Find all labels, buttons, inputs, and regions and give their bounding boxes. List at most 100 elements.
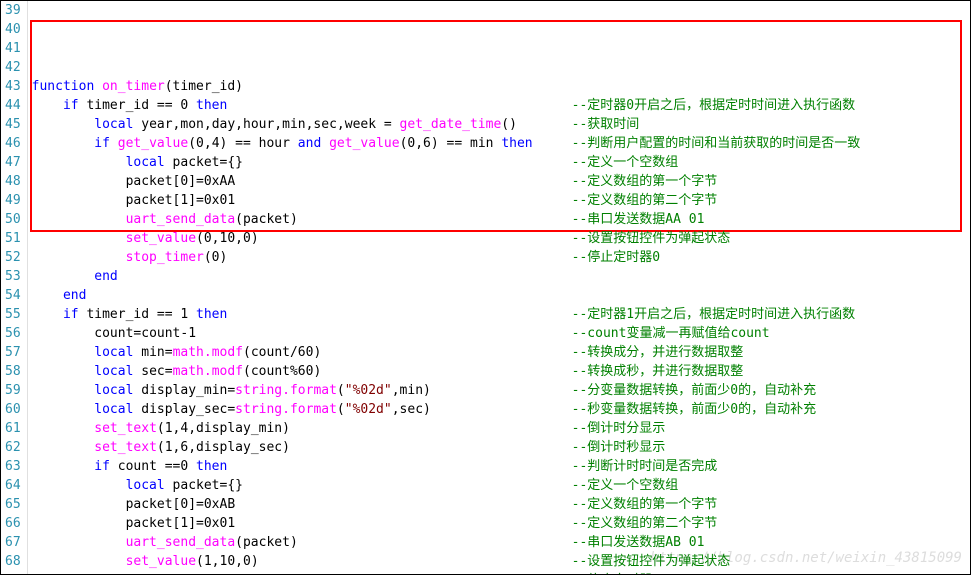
code-tokens: local sec=math.modf(count%60) [32, 364, 322, 379]
code-line[interactable]: local display_sec=string.format("%02d",s… [32, 400, 966, 419]
code-line[interactable]: stop_timer(0) --停止定时器0 [32, 248, 966, 267]
comment: --定义一个空数组 [572, 153, 679, 172]
comment: --倒计时分显示 [572, 419, 666, 438]
comment: --转换成分，并进行数据取整 [572, 343, 744, 362]
comment: --设置按钮控件为弹起状态 [572, 552, 731, 571]
code-tokens: if count ==0 then [32, 459, 228, 474]
code-tokens: end [32, 269, 118, 284]
code-line[interactable]: if timer_id == 0 then --定时器0开启之后，根据定时时间进入… [32, 96, 966, 115]
line-number: 42 [5, 58, 21, 77]
line-number: 54 [5, 286, 21, 305]
code-line[interactable]: local sec=math.modf(count%60) --转换成秒，并进行数… [32, 362, 966, 381]
code-tokens: local display_sec=string.format("%02d",s… [32, 402, 431, 417]
comment: --停止定时器0 [572, 248, 660, 267]
line-number: 49 [5, 191, 21, 210]
code-line[interactable]: stop_timer(1) --停止定时器1 [32, 571, 966, 574]
line-number: 39 [5, 1, 21, 20]
comment: --倒计时秒显示 [572, 438, 666, 457]
code-line[interactable]: packet[1]=0x01--定义数组的第二个字节 [32, 191, 966, 210]
comment: --秒变量数据转换，前面少0的，自动补充 [572, 400, 816, 419]
code-tokens: uart_send_data(packet) [32, 212, 298, 227]
line-number: 62 [5, 438, 21, 457]
comment: --定义一个空数组 [572, 476, 679, 495]
line-number: 64 [5, 476, 21, 495]
code-line[interactable]: packet[0]=0xAB--定义数组的第一个字节 [32, 495, 966, 514]
line-number: 56 [5, 324, 21, 343]
code-tokens: set_text(1,6,display_sec) [32, 440, 290, 455]
code-tokens: set_value(0,10,0) [32, 231, 259, 246]
code-line[interactable]: if count ==0 then --判断计时时间是否完成 [32, 457, 966, 476]
comment: --串口发送数据AB 01 [572, 533, 705, 552]
code-tokens: packet[1]=0x01 [32, 516, 236, 531]
code-tokens: local year,mon,day,hour,min,sec,week = g… [32, 117, 517, 132]
comment: --停止定时器1 [572, 571, 660, 574]
code-line[interactable]: count=count-1 --count变量减一再赋值给count [32, 324, 966, 343]
code-tokens: packet[1]=0x01 [32, 193, 236, 208]
code-line[interactable]: uart_send_data(packet) --串口发送数据AA 01 [32, 210, 966, 229]
line-number: 57 [5, 343, 21, 362]
line-number: 40 [5, 20, 21, 39]
comment: --设置按钮控件为弹起状态 [572, 229, 731, 248]
code-tokens: if timer_id == 0 then [32, 98, 228, 113]
code-line[interactable]: end [32, 286, 966, 305]
code-line[interactable]: local packet={}--定义一个空数组 [32, 153, 966, 172]
code-tokens: count=count-1 [32, 326, 196, 341]
code-editor[interactable]: 3940414243444546474849505152535455565758… [0, 0, 971, 575]
line-number: 51 [5, 229, 21, 248]
line-number: 66 [5, 514, 21, 533]
code-tokens: if timer_id == 1 then [32, 307, 228, 322]
line-number: 48 [5, 172, 21, 191]
code-line[interactable]: packet[0]=0xAA --定义数组的第一个字节 [32, 172, 966, 191]
code-tokens: function on_timer(timer_id) [32, 79, 243, 94]
line-number: 53 [5, 267, 21, 286]
line-number: 68 [5, 552, 21, 571]
code-line[interactable]: packet[1]=0x01 --定义数组的第二个字节 [32, 514, 966, 533]
comment: --判断计时时间是否完成 [572, 457, 718, 476]
code-tokens: if get_value(0,4) == hour and get_value(… [32, 136, 533, 151]
line-number: 45 [5, 115, 21, 134]
code-line[interactable]: set_text(1,4,display_min)--倒计时分显示 [32, 419, 966, 438]
line-number: 43 [5, 77, 21, 96]
code-tokens: stop_timer(1) [32, 573, 228, 574]
comment: --定义数组的第一个字节 [572, 495, 718, 514]
code-line[interactable]: end [32, 267, 966, 286]
line-gutter: 3940414243444546474849505152535455565758… [1, 1, 28, 574]
comment: --串口发送数据AA 01 [572, 210, 705, 229]
comment: --定时器0开启之后，根据定时时间进入执行函数 [572, 96, 855, 115]
code-line[interactable]: if get_value(0,4) == hour and get_value(… [32, 134, 966, 153]
code-tokens: local display_min=string.format("%02d",m… [32, 383, 431, 398]
line-number: 61 [5, 419, 21, 438]
line-number: 67 [5, 533, 21, 552]
code-area[interactable]: https://blog.csdn.net/weixin_43815099 fu… [28, 1, 970, 574]
line-number: 50 [5, 210, 21, 229]
code-line[interactable]: local min=math.modf(count/60) --转换成分，并进行数… [32, 343, 966, 362]
code-tokens: packet[0]=0xAA [32, 174, 236, 189]
code-line[interactable]: set_value(1,10,0)--设置按钮控件为弹起状态 [32, 552, 966, 571]
code-tokens: stop_timer(0) [32, 250, 228, 265]
code-line[interactable]: uart_send_data(packet)--串口发送数据AB 01 [32, 533, 966, 552]
code-line[interactable]: set_value(0,10,0) --设置按钮控件为弹起状态 [32, 229, 966, 248]
line-number: 59 [5, 381, 21, 400]
comment: --转换成秒，并进行数据取整 [572, 362, 744, 381]
code-line[interactable]: set_text(1,6,display_sec) --倒计时秒显示 [32, 438, 966, 457]
comment: --定时器1开启之后，根据定时时间进入执行函数 [572, 305, 855, 324]
line-number: 58 [5, 362, 21, 381]
comment: --获取时间 [572, 115, 640, 134]
code-line[interactable]: local year,mon,day,hour,min,sec,week = g… [32, 115, 966, 134]
line-number: 44 [5, 96, 21, 115]
code-tokens: local packet={} [32, 478, 243, 493]
comment: --定义数组的第一个字节 [572, 172, 718, 191]
line-number: 41 [5, 39, 21, 58]
line-number: 52 [5, 248, 21, 267]
code-tokens: local min=math.modf(count/60) [32, 345, 322, 360]
comment: --count变量减一再赋值给count [572, 324, 770, 343]
code-line[interactable]: local display_min=string.format("%02d",m… [32, 381, 966, 400]
code-line[interactable]: local packet={} --定义一个空数组 [32, 476, 966, 495]
code-line[interactable]: if timer_id == 1 then --定时器1开启之后，根据定时时间进入… [32, 305, 966, 324]
line-number: 60 [5, 400, 21, 419]
line-number: 65 [5, 495, 21, 514]
comment: --定义数组的第二个字节 [572, 514, 718, 533]
line-number: 55 [5, 305, 21, 324]
line-number: 46 [5, 134, 21, 153]
code-line[interactable]: function on_timer(timer_id) [32, 77, 966, 96]
